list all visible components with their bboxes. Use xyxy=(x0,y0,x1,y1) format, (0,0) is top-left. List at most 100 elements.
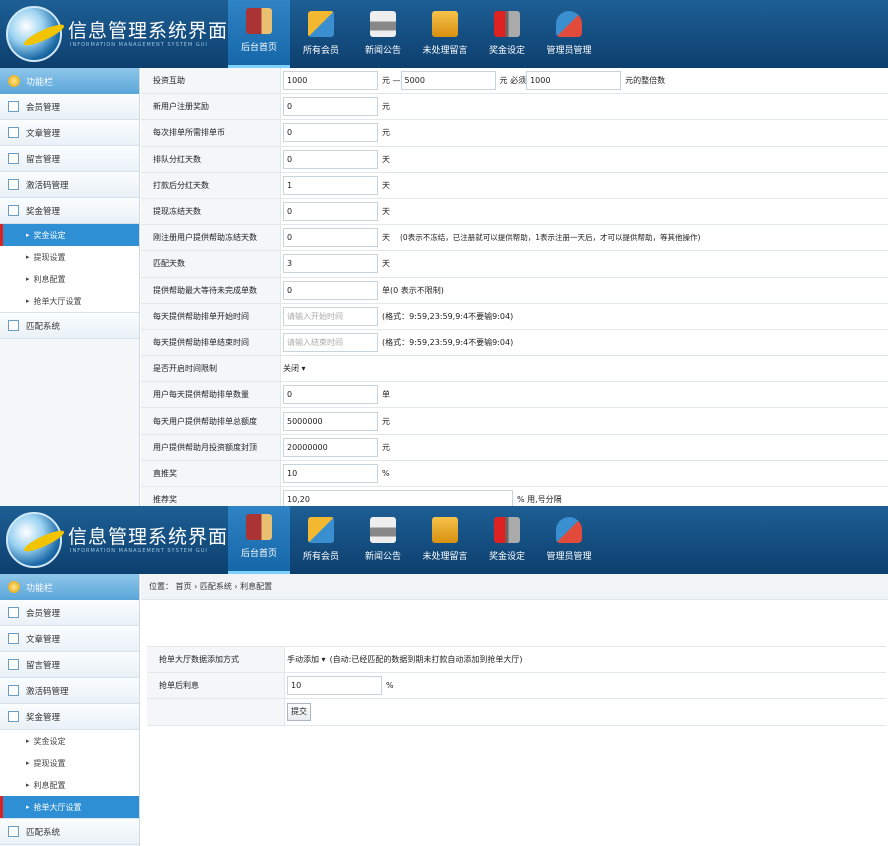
submit-button[interactable]: 提交 xyxy=(287,702,311,721)
hint-text: (格式：9:59,23:59,9:4不要输9:04) xyxy=(382,337,514,347)
invest-min-input[interactable]: 1000 xyxy=(283,71,378,91)
add-method-select[interactable]: 手动添加 ▾ xyxy=(287,654,326,665)
monthly-cap-input[interactable]: 20000000 xyxy=(283,437,378,457)
row-paid-days: 打款后分红天数 1 天 xyxy=(141,172,888,199)
unit-label: 元 xyxy=(382,442,390,452)
queue-days-input[interactable]: 0 xyxy=(283,149,378,169)
nav-label: 未处理留言 xyxy=(422,552,468,562)
nav-home[interactable]: 后台首页 xyxy=(228,0,290,68)
field-value: 10,20 % 用,号分隔 xyxy=(281,490,888,506)
sidebar-item-members[interactable]: 会员管理 xyxy=(0,94,139,120)
sidebar-sub-withdraw[interactable]: 提现设置 xyxy=(0,246,139,268)
nav-members[interactable]: 所有会员 xyxy=(290,0,352,68)
nav-label: 管理员管理 xyxy=(546,552,592,562)
app-subtitle: INFORMATION MANAGEMENT SYSTEM GUI xyxy=(70,548,208,554)
sidebar-sub-bonus-setting[interactable]: 奖金设定 xyxy=(0,224,139,246)
unit-label: 元 xyxy=(382,416,390,426)
row-new-user-freeze: 刚注册用户提供帮助冻结天数 0 天 (0表示不冻结，已注册就可以提供帮助，1表示注册一… xyxy=(141,225,888,252)
start-time-input[interactable]: 请输入开始时间 xyxy=(283,306,378,326)
new-user-freeze-input[interactable]: 0 xyxy=(283,228,378,248)
sidebar-item-matching[interactable]: 匹配系统 xyxy=(0,819,139,845)
field-value: 5000000 元 xyxy=(281,411,888,431)
top-nav: 后台首页 所有会员 新闻公告 未处理留言 奖金设定 管理员管理 xyxy=(228,506,600,574)
field-value: 1天 xyxy=(281,175,888,195)
function-bar-icon xyxy=(8,581,20,593)
sidebar-item-activation[interactable]: 激活码管理 xyxy=(0,678,139,704)
sidebar-item-activation[interactable]: 激活码管理 xyxy=(0,172,139,198)
nav-home[interactable]: 后台首页 xyxy=(228,506,290,574)
sidebar-item-label: 留言管理 xyxy=(26,660,61,671)
sidebar-item-matching[interactable]: 匹配系统 xyxy=(0,313,139,339)
row-register-reward: 新用户注册奖励 0 元 xyxy=(141,94,888,121)
sidebar-item-articles[interactable]: 文章管理 xyxy=(0,626,139,652)
sidebar-item-label: 匹配系统 xyxy=(26,827,61,838)
grab-interest-input[interactable]: 10 xyxy=(287,676,382,696)
field-label: 用户提供帮助月投资额度封顶 xyxy=(141,434,281,460)
nav-admin[interactable]: 管理员管理 xyxy=(538,506,600,574)
register-reward-input[interactable]: 0 xyxy=(283,97,378,117)
sidebar-sub-withdraw[interactable]: 提现设置 xyxy=(0,752,139,774)
unit-label: 天 xyxy=(382,259,390,269)
ruler-icon xyxy=(308,11,334,37)
screenshot-bottom: 信息管理系统界面 INFORMATION MANAGEMENT SYSTEM G… xyxy=(0,506,888,846)
sidebar-sub-bonus-setting[interactable]: 奖金设定 xyxy=(0,730,139,752)
sidebar-item-label: 奖金管理 xyxy=(26,206,61,217)
unit-label: % xyxy=(382,468,390,478)
nav-messages[interactable]: 未处理留言 xyxy=(414,0,476,68)
nav-label: 管理员管理 xyxy=(546,46,592,56)
admin-icon xyxy=(556,517,582,543)
withdraw-freeze-input[interactable]: 0 xyxy=(283,202,378,222)
field-label: 匹配天数 xyxy=(141,251,281,277)
invest-max-input[interactable]: 5000 xyxy=(400,71,496,91)
row-monthly-cap: 用户提供帮助月投资额度封顶 20000000 元 xyxy=(141,434,888,461)
nav-members[interactable]: 所有会员 xyxy=(290,506,352,574)
sidebar-sub-grab-hall[interactable]: 抢单大厅设置 xyxy=(0,290,139,312)
sidebar-item-members[interactable]: 会员管理 xyxy=(0,600,139,626)
direct-reward-input[interactable]: 10 xyxy=(283,463,378,483)
unit-label: 天 xyxy=(382,207,390,217)
paid-days-input[interactable]: 1 xyxy=(283,175,378,195)
referral-reward-input[interactable]: 10,20 xyxy=(283,490,513,506)
nav-bonus[interactable]: 奖金设定 xyxy=(476,0,538,68)
nav-messages[interactable]: 未处理留言 xyxy=(414,506,476,574)
row-queue-days: 排队分红天数 0 天 xyxy=(141,146,888,173)
nav-label: 未处理留言 xyxy=(422,46,468,56)
printer-icon xyxy=(370,517,396,543)
nav-bonus[interactable]: 奖金设定 xyxy=(476,506,538,574)
max-wait-input[interactable]: 0 xyxy=(283,280,378,300)
sidebar-item-bonus[interactable]: 奖金管理 xyxy=(0,198,139,224)
sidebar-sub-interest[interactable]: 利息配置 xyxy=(0,268,139,290)
daily-total-input[interactable]: 5000000 xyxy=(283,411,378,431)
admin-icon xyxy=(556,11,582,37)
app-subtitle: INFORMATION MANAGEMENT SYSTEM GUI xyxy=(70,42,208,48)
sidebar-item-articles[interactable]: 文章管理 xyxy=(0,120,139,146)
edit-icon xyxy=(8,153,19,164)
row-withdraw-freeze: 提现冻结天数 0 天 xyxy=(141,198,888,226)
end-time-input[interactable]: 请输入结束时间 xyxy=(283,332,378,352)
row-grab-interest: 抢单后利息 10% xyxy=(147,673,886,700)
nav-news[interactable]: 新闻公告 xyxy=(352,506,414,574)
match-days-input[interactable]: 3 xyxy=(283,254,378,274)
row-investment: 投资互助 1000 元 — 5000 元 必须 1000 元的整倍数 xyxy=(141,68,888,95)
field-value: 手动添加 ▾ (自动:已经匹配的数据到期未打款自动添加到抢单大厅) xyxy=(285,654,886,665)
order-coin-input[interactable]: 0 xyxy=(283,123,378,143)
nav-admin[interactable]: 管理员管理 xyxy=(538,0,600,68)
invest-multiple-input[interactable]: 1000 xyxy=(526,71,622,91)
hint-text: (自动:已经匹配的数据到期未打款自动添加到抢单大厅) xyxy=(329,655,523,665)
sidebar-item-messages[interactable]: 留言管理 xyxy=(0,652,139,678)
time-limit-select[interactable]: 关闭 ▾ xyxy=(283,363,306,374)
sidebar-item-messages[interactable]: 留言管理 xyxy=(0,146,139,172)
ruler-icon xyxy=(308,517,334,543)
daily-count-input[interactable]: 0 xyxy=(283,385,378,405)
sidebar-sub-interest[interactable]: 利息配置 xyxy=(0,774,139,796)
nav-label: 新闻公告 xyxy=(364,552,401,562)
sidebar-item-label: 激活码管理 xyxy=(26,686,69,697)
sidebar-item-bonus[interactable]: 奖金管理 xyxy=(0,704,139,730)
sidebar-header: 功能栏 xyxy=(0,68,139,94)
field-label: 提供帮助最大等待未完成单数 xyxy=(141,277,281,303)
sidebar-sub-grab-hall[interactable]: 抢单大厅设置 xyxy=(0,796,139,818)
sidebar-item-label: 匹配系统 xyxy=(26,321,61,332)
nav-news[interactable]: 新闻公告 xyxy=(352,0,414,68)
sidebar-title: 功能栏 xyxy=(26,583,54,594)
field-label: 推荐奖 xyxy=(141,487,281,506)
